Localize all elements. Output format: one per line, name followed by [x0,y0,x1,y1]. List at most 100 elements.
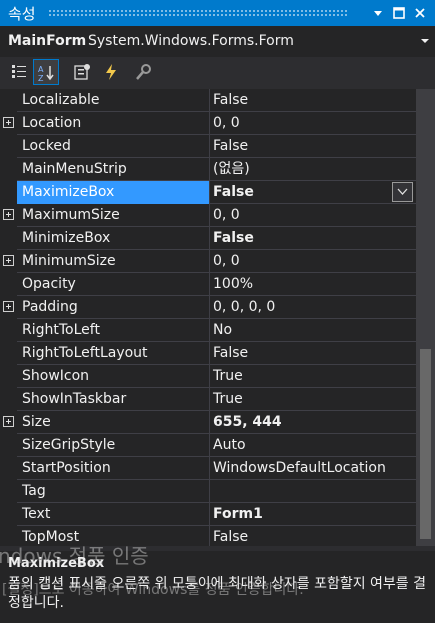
property-row[interactable]: MainMenuStrip (없음) [0,158,416,181]
object-name: MainForm [8,33,87,49]
scrollbar-thumb[interactable] [420,349,431,539]
row-gutter [0,480,17,503]
property-value[interactable]: 0, 0 [210,204,416,227]
row-gutter [0,319,17,342]
row-gutter [0,526,17,546]
expand-plus-icon[interactable] [3,301,14,312]
property-name[interactable]: RightToLeft [17,319,209,342]
property-value[interactable]: Form1 [210,503,416,526]
row-gutter [0,411,17,434]
property-pages-icon[interactable] [131,59,157,85]
property-name[interactable]: Locked [17,135,209,158]
row-gutter [0,434,17,457]
property-name[interactable]: MinimumSize [17,250,209,273]
maximize-icon[interactable] [390,4,408,22]
property-name[interactable]: RightToLeftLayout [17,342,209,365]
categorized-icon[interactable] [6,59,32,85]
row-gutter [0,250,17,273]
property-value[interactable]: (없음) [210,158,416,181]
properties-icon[interactable] [69,59,95,85]
property-name[interactable]: Text [17,503,209,526]
property-row[interactable]: Locked False [0,135,416,158]
titlebar-grip[interactable] [48,9,347,16]
property-value[interactable]: False [210,89,416,112]
property-value[interactable]: False [210,135,416,158]
description-pane: MaximizeBox 폼의 캡션 표시줄 오른쪽 위 모퉁이에 최대화 상자를… [0,551,435,623]
expand-plus-icon[interactable] [3,416,14,427]
property-name[interactable]: SizeGripStyle [17,434,209,457]
expand-plus-icon[interactable] [3,209,14,220]
property-name[interactable]: MaximizeBox [17,181,209,204]
object-selector[interactable]: MainForm System.Windows.Forms.Form [0,26,435,57]
property-row[interactable]: Opacity 100% [0,273,416,296]
row-gutter [0,181,17,204]
property-name[interactable]: Location [17,112,209,135]
property-row[interactable]: Text Form1 [0,503,416,526]
events-icon[interactable] [98,59,124,85]
property-value[interactable]: False [210,342,416,365]
property-row[interactable]: MinimumSize 0, 0 [0,250,416,273]
property-row[interactable]: ShowIcon True [0,365,416,388]
property-value[interactable]: True [210,388,416,411]
row-gutter [0,503,17,526]
property-row[interactable]: Padding 0, 0, 0, 0 [0,296,416,319]
property-value[interactable]: False [210,227,416,250]
property-row[interactable]: StartPosition WindowsDefaultLocation [0,457,416,480]
property-value[interactable]: False [210,181,416,204]
property-name[interactable]: ShowIcon [17,365,209,388]
window-position-dropdown-icon[interactable] [369,4,387,22]
close-icon[interactable] [411,4,429,22]
property-name[interactable]: MaximumSize [17,204,209,227]
property-name[interactable]: TopMost [17,526,209,546]
property-value[interactable]: No [210,319,416,342]
property-value[interactable] [210,480,416,503]
property-name[interactable]: Tag [17,480,209,503]
alphabetical-icon[interactable]: A Z [33,59,59,85]
object-type: System.Windows.Forms.Form [88,33,294,49]
property-name[interactable]: ShowInTaskbar [17,388,209,411]
value-dropdown-button[interactable] [392,182,413,202]
row-gutter [0,296,17,319]
row-gutter [0,273,17,296]
property-row[interactable]: MaximumSize 0, 0 [0,204,416,227]
chevron-down-icon[interactable] [421,39,429,43]
expand-plus-icon[interactable] [3,255,14,266]
vertical-scrollbar[interactable] [416,89,435,546]
property-value[interactable]: False [210,526,416,546]
property-name[interactable]: Padding [17,296,209,319]
property-name[interactable]: Localizable [17,89,209,112]
expand-plus-icon[interactable] [3,117,14,128]
property-row[interactable]: MaximizeBox False [0,181,416,204]
property-value[interactable]: 655, 444 [210,411,416,434]
property-value[interactable]: True [210,365,416,388]
property-value[interactable]: Auto [210,434,416,457]
property-row[interactable]: MinimizeBox False [0,227,416,250]
property-name[interactable]: StartPosition [17,457,209,480]
property-value[interactable]: 100% [210,273,416,296]
chevron-down-icon [397,188,408,195]
svg-text:A: A [38,65,44,74]
property-grid: Localizable False Location 0, 0 Locked False M… [0,89,435,546]
row-gutter [0,457,17,480]
property-row[interactable]: Location 0, 0 [0,112,416,135]
property-row[interactable]: RightToLeftLayout False [0,342,416,365]
property-row[interactable]: Localizable False [0,89,416,112]
property-value[interactable]: 0, 0 [210,250,416,273]
row-gutter [0,388,17,411]
property-row[interactable]: ShowInTaskbar True [0,388,416,411]
property-row[interactable]: SizeGripStyle Auto [0,434,416,457]
property-value[interactable]: WindowsDefaultLocation [210,457,416,480]
property-name[interactable]: MinimizeBox [17,227,209,250]
property-name[interactable]: Opacity [17,273,209,296]
property-row[interactable]: Size 655, 444 [0,411,416,434]
description-title: MaximizeBox [8,556,105,571]
property-row[interactable]: Tag [0,480,416,503]
property-row[interactable]: TopMost False [0,526,416,546]
property-row[interactable]: RightToLeft No [0,319,416,342]
row-gutter [0,342,17,365]
panel-titlebar: 속성 [0,0,435,26]
property-name[interactable]: MainMenuStrip [17,158,209,181]
property-name[interactable]: Size [17,411,209,434]
property-value[interactable]: 0, 0 [210,112,416,135]
property-value[interactable]: 0, 0, 0, 0 [210,296,416,319]
